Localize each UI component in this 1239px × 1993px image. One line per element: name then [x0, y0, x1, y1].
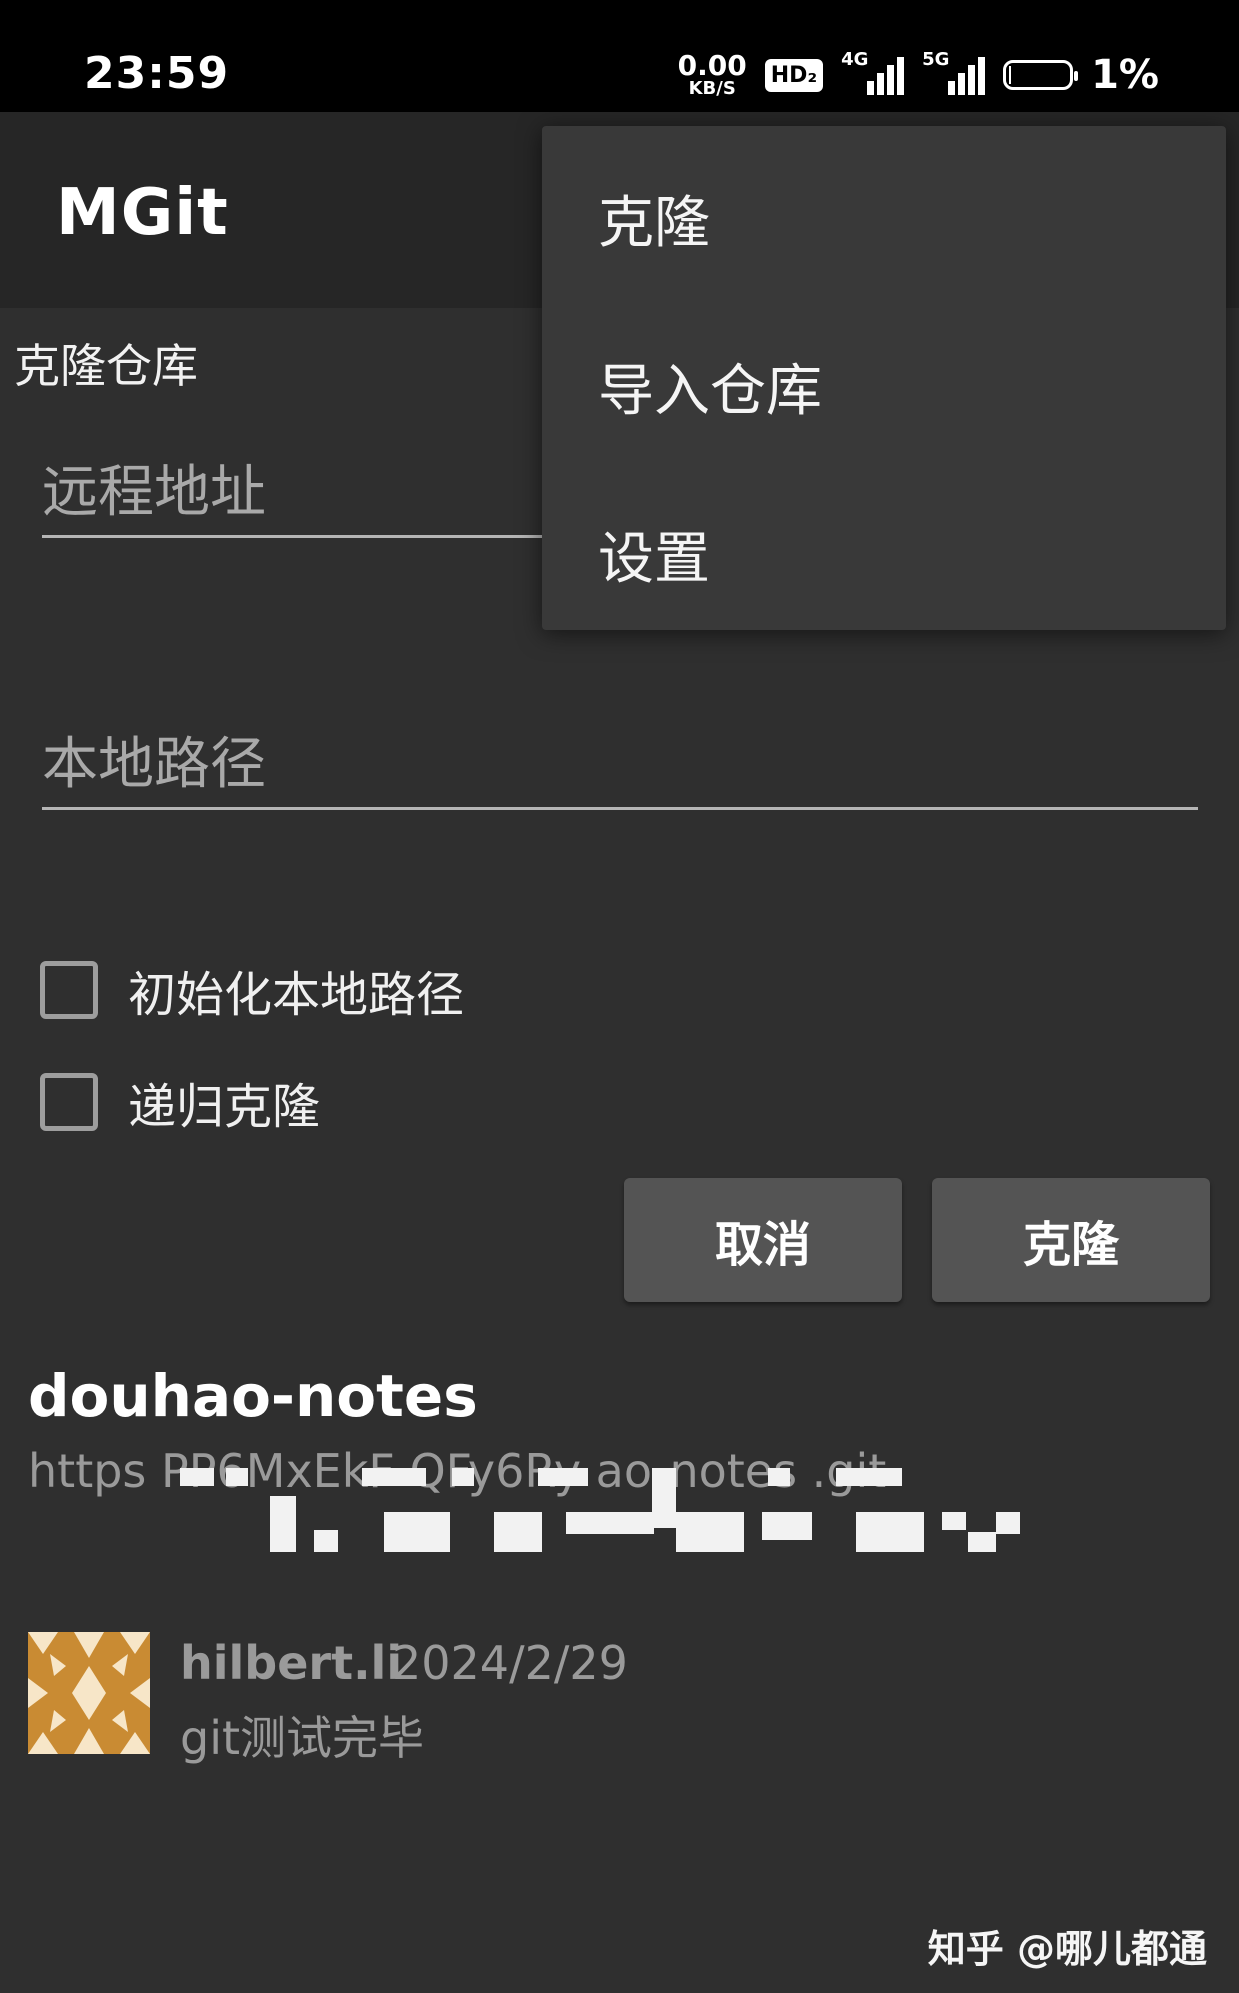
network-speed: 0.00 KB/S: [678, 52, 747, 98]
network-speed-value: 0.00: [677, 49, 747, 82]
menu-item-import-repo[interactable]: 导入仓库: [598, 346, 822, 427]
local-path-input[interactable]: [42, 732, 1198, 807]
watermark: 知乎 @哪儿都通: [927, 1927, 1207, 1971]
menu-item-clone[interactable]: 克隆: [598, 178, 710, 259]
signal-4g-label: 4G: [841, 49, 869, 70]
hd-voice-icon: HD₂: [764, 58, 824, 92]
author-avatar: [28, 1632, 150, 1754]
repo-name[interactable]: douhao-notes: [28, 1362, 478, 1430]
commit-date: 2024/2/29: [392, 1636, 628, 1690]
init-local-path-checkbox[interactable]: [40, 961, 98, 1019]
init-local-path-label: 初始化本地路径: [128, 967, 465, 1023]
recursive-clone-label: 递归克隆: [128, 1079, 321, 1135]
menu-item-settings[interactable]: 设置: [598, 514, 710, 595]
commit-message: git测试完毕: [180, 1711, 425, 1765]
status-bar: 23:59 0.00 KB/S HD₂ 4G 5G 1%: [0, 0, 1239, 112]
local-path-field[interactable]: [42, 732, 1198, 810]
clone-dialog-title: 克隆仓库: [14, 339, 198, 393]
status-indicators: 0.00 KB/S HD₂ 4G 5G 1%: [678, 48, 1159, 102]
overflow-menu: 克隆 导入仓库 设置: [542, 126, 1226, 630]
battery-icon: [1003, 60, 1079, 90]
commit-author: hilbert.li: [180, 1636, 403, 1690]
recursive-clone-option[interactable]: 递归克隆: [40, 1067, 320, 1137]
battery-percent: 1%: [1091, 52, 1159, 98]
clone-button[interactable]: 克隆: [932, 1178, 1210, 1302]
cell-signal-5g-icon: 5G: [922, 49, 986, 95]
init-local-path-option[interactable]: 初始化本地路径: [40, 955, 464, 1025]
cell-signal-4g-icon: 4G: [841, 49, 905, 95]
cancel-button[interactable]: 取消: [624, 1178, 902, 1302]
network-speed-unit: KB/S: [688, 78, 736, 99]
status-time: 23:59: [84, 48, 230, 99]
app-title: MGit: [56, 176, 229, 250]
signal-5g-label: 5G: [922, 49, 950, 70]
recursive-clone-checkbox[interactable]: [40, 1073, 98, 1131]
